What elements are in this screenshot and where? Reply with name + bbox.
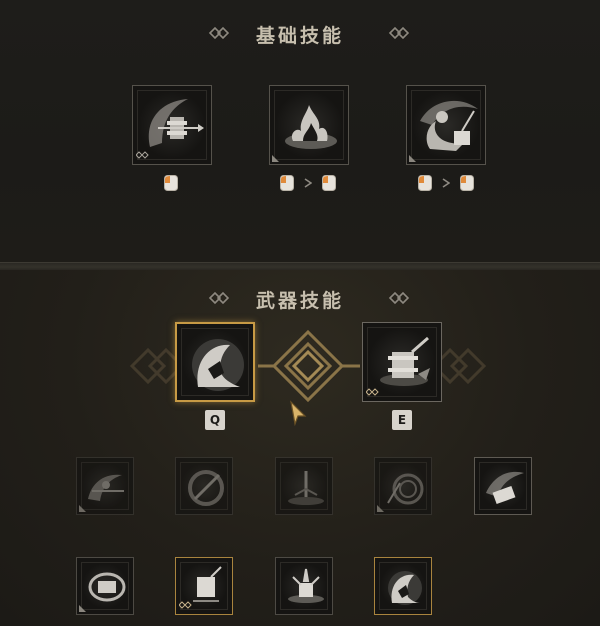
slot-corner-marker (79, 605, 86, 612)
weapon-skill-row1-3[interactable] (275, 457, 333, 515)
impact-burst-icon (288, 568, 324, 603)
spin-slash-icon (188, 470, 224, 506)
left-mouse-icon (164, 175, 178, 191)
left-mouse-icon (418, 175, 432, 191)
keybind-q-label: Q (205, 410, 225, 430)
weapon-skill-row1-1[interactable] (76, 457, 134, 515)
weapon-skill-row1-5[interactable] (474, 457, 532, 515)
slot-corner-marker (79, 505, 86, 512)
rank-pips-icon (179, 601, 192, 609)
keybind-e-label: E (392, 410, 412, 430)
weapon-skills-title: 武器技能 (255, 290, 344, 312)
weapon-skill-row2-2[interactable] (175, 557, 233, 615)
left-mouse-icon (280, 175, 294, 191)
weapon-skill-row1-2[interactable] (175, 457, 233, 515)
basic-skills-title: 基础技能 (255, 25, 344, 47)
weapon-skill-row2-4[interactable] (374, 557, 432, 615)
rank-pips-icon (366, 388, 379, 396)
slot-corner-marker (272, 155, 279, 162)
chevron-right-icon (304, 178, 312, 188)
hammer-throw-icon (486, 471, 524, 505)
weapon-skill-equipped-e[interactable] (362, 322, 442, 402)
knot-ornament-right-icon (388, 26, 410, 40)
mouse-cursor-icon (290, 400, 307, 426)
ground-slam-icon (288, 471, 324, 505)
weapon-skill-row2-3[interactable] (275, 557, 333, 615)
hooded-figure-icon (388, 571, 422, 605)
rank-pips-icon (136, 151, 149, 159)
left-mouse-icon (322, 175, 336, 191)
basic-skill-slot-1[interactable] (132, 85, 212, 165)
shield-ring-icon (88, 572, 126, 602)
crouch-strike-icon (420, 100, 478, 151)
chevron-right-icon (442, 178, 450, 188)
weapon-skill-row2-1[interactable] (76, 557, 134, 615)
basic-skill-slot-2[interactable] (269, 85, 349, 165)
left-mouse-icon (460, 175, 474, 191)
weapon-skill-row1-4[interactable] (374, 457, 432, 515)
knot-ornament-right-icon (388, 291, 410, 305)
slot-corner-marker (377, 505, 384, 512)
hooded-figure-icon (192, 339, 244, 391)
fire-burst-icon (285, 105, 337, 149)
slot-corner-marker (409, 155, 416, 162)
basic-skill-slot-3[interactable] (406, 85, 486, 165)
dash-strike-icon (88, 474, 124, 501)
whirl-icon (387, 473, 424, 505)
weapon-skill-equipped-q[interactable] (175, 322, 255, 402)
